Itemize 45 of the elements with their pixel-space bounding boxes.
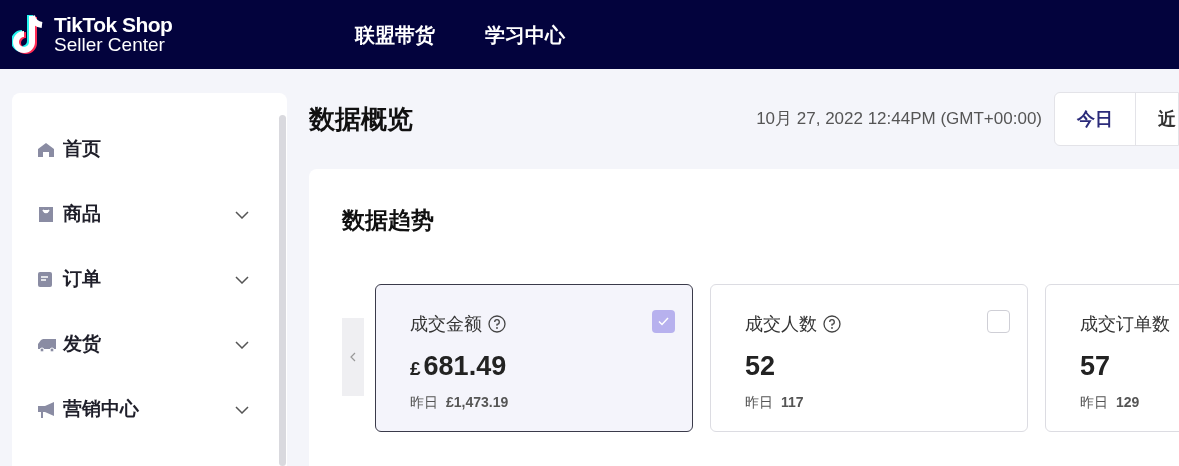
metric-value: 57 <box>1080 349 1111 383</box>
nav-link[interactable]: 学习中心 <box>485 19 565 50</box>
bag-icon <box>37 206 55 223</box>
chevron-down-icon <box>235 405 249 414</box>
sidebar-item[interactable]: 发货 <box>12 312 287 377</box>
sidebar-item[interactable]: 营销中心 <box>12 377 287 442</box>
chevron-down-icon <box>235 340 249 349</box>
help-icon <box>488 315 506 333</box>
timestamp: 10月 27, 2022 12:44PM (GMT+00:00) <box>756 108 1042 131</box>
checkbox[interactable] <box>987 309 1010 333</box>
page-title: 数据概览 <box>309 102 413 136</box>
chevron-down-icon <box>235 210 249 219</box>
compare-label: 昨日 <box>745 393 773 412</box>
sidebar-item[interactable]: 商品 <box>12 182 287 247</box>
currency-symbol: £ <box>410 356 421 381</box>
document-icon <box>37 271 53 288</box>
home-icon <box>37 141 55 158</box>
metric-title: 成交人数 <box>745 312 817 336</box>
metric-card[interactable]: 成交金额 £681.49 昨日 £1,473.19 <box>375 283 693 432</box>
nav-link[interactable]: 联盟带货 <box>355 19 435 50</box>
metric-card[interactable]: 成交订单数 57 昨日 129 <box>1045 283 1179 432</box>
compare-label: 昨日 <box>410 393 438 412</box>
metric-value: 52 <box>745 349 776 383</box>
megaphone-icon <box>37 400 57 419</box>
section-title: 数据趋势 <box>342 206 435 235</box>
sidebar-item[interactable]: 订单 <box>12 247 287 312</box>
checkbox[interactable] <box>652 309 675 333</box>
help-icon <box>823 315 841 333</box>
sidebar-item[interactable]: 首页 <box>12 117 287 182</box>
metric-value: 681.49 <box>423 349 507 383</box>
chevron-left-icon <box>350 351 356 362</box>
chevron-down-icon <box>235 275 249 284</box>
checkmark-icon <box>658 316 669 326</box>
compare-value: 117 <box>781 393 804 412</box>
metric-title: 成交金额 <box>410 312 482 336</box>
range-tab[interactable]: 近 <box>1136 93 1178 145</box>
logo-title: TikTok Shop <box>54 14 173 35</box>
scroll-left-button[interactable] <box>342 317 364 396</box>
compare-value: 129 <box>1116 393 1140 412</box>
metric-title: 成交订单数 <box>1080 312 1170 336</box>
truck-icon <box>37 336 57 353</box>
compare-label: 昨日 <box>1080 393 1108 412</box>
compare-value: £1,473.19 <box>446 393 509 412</box>
metric-card[interactable]: 成交人数 52 昨日 117 <box>710 283 1028 432</box>
range-tab[interactable]: 今日 <box>1055 93 1136 145</box>
